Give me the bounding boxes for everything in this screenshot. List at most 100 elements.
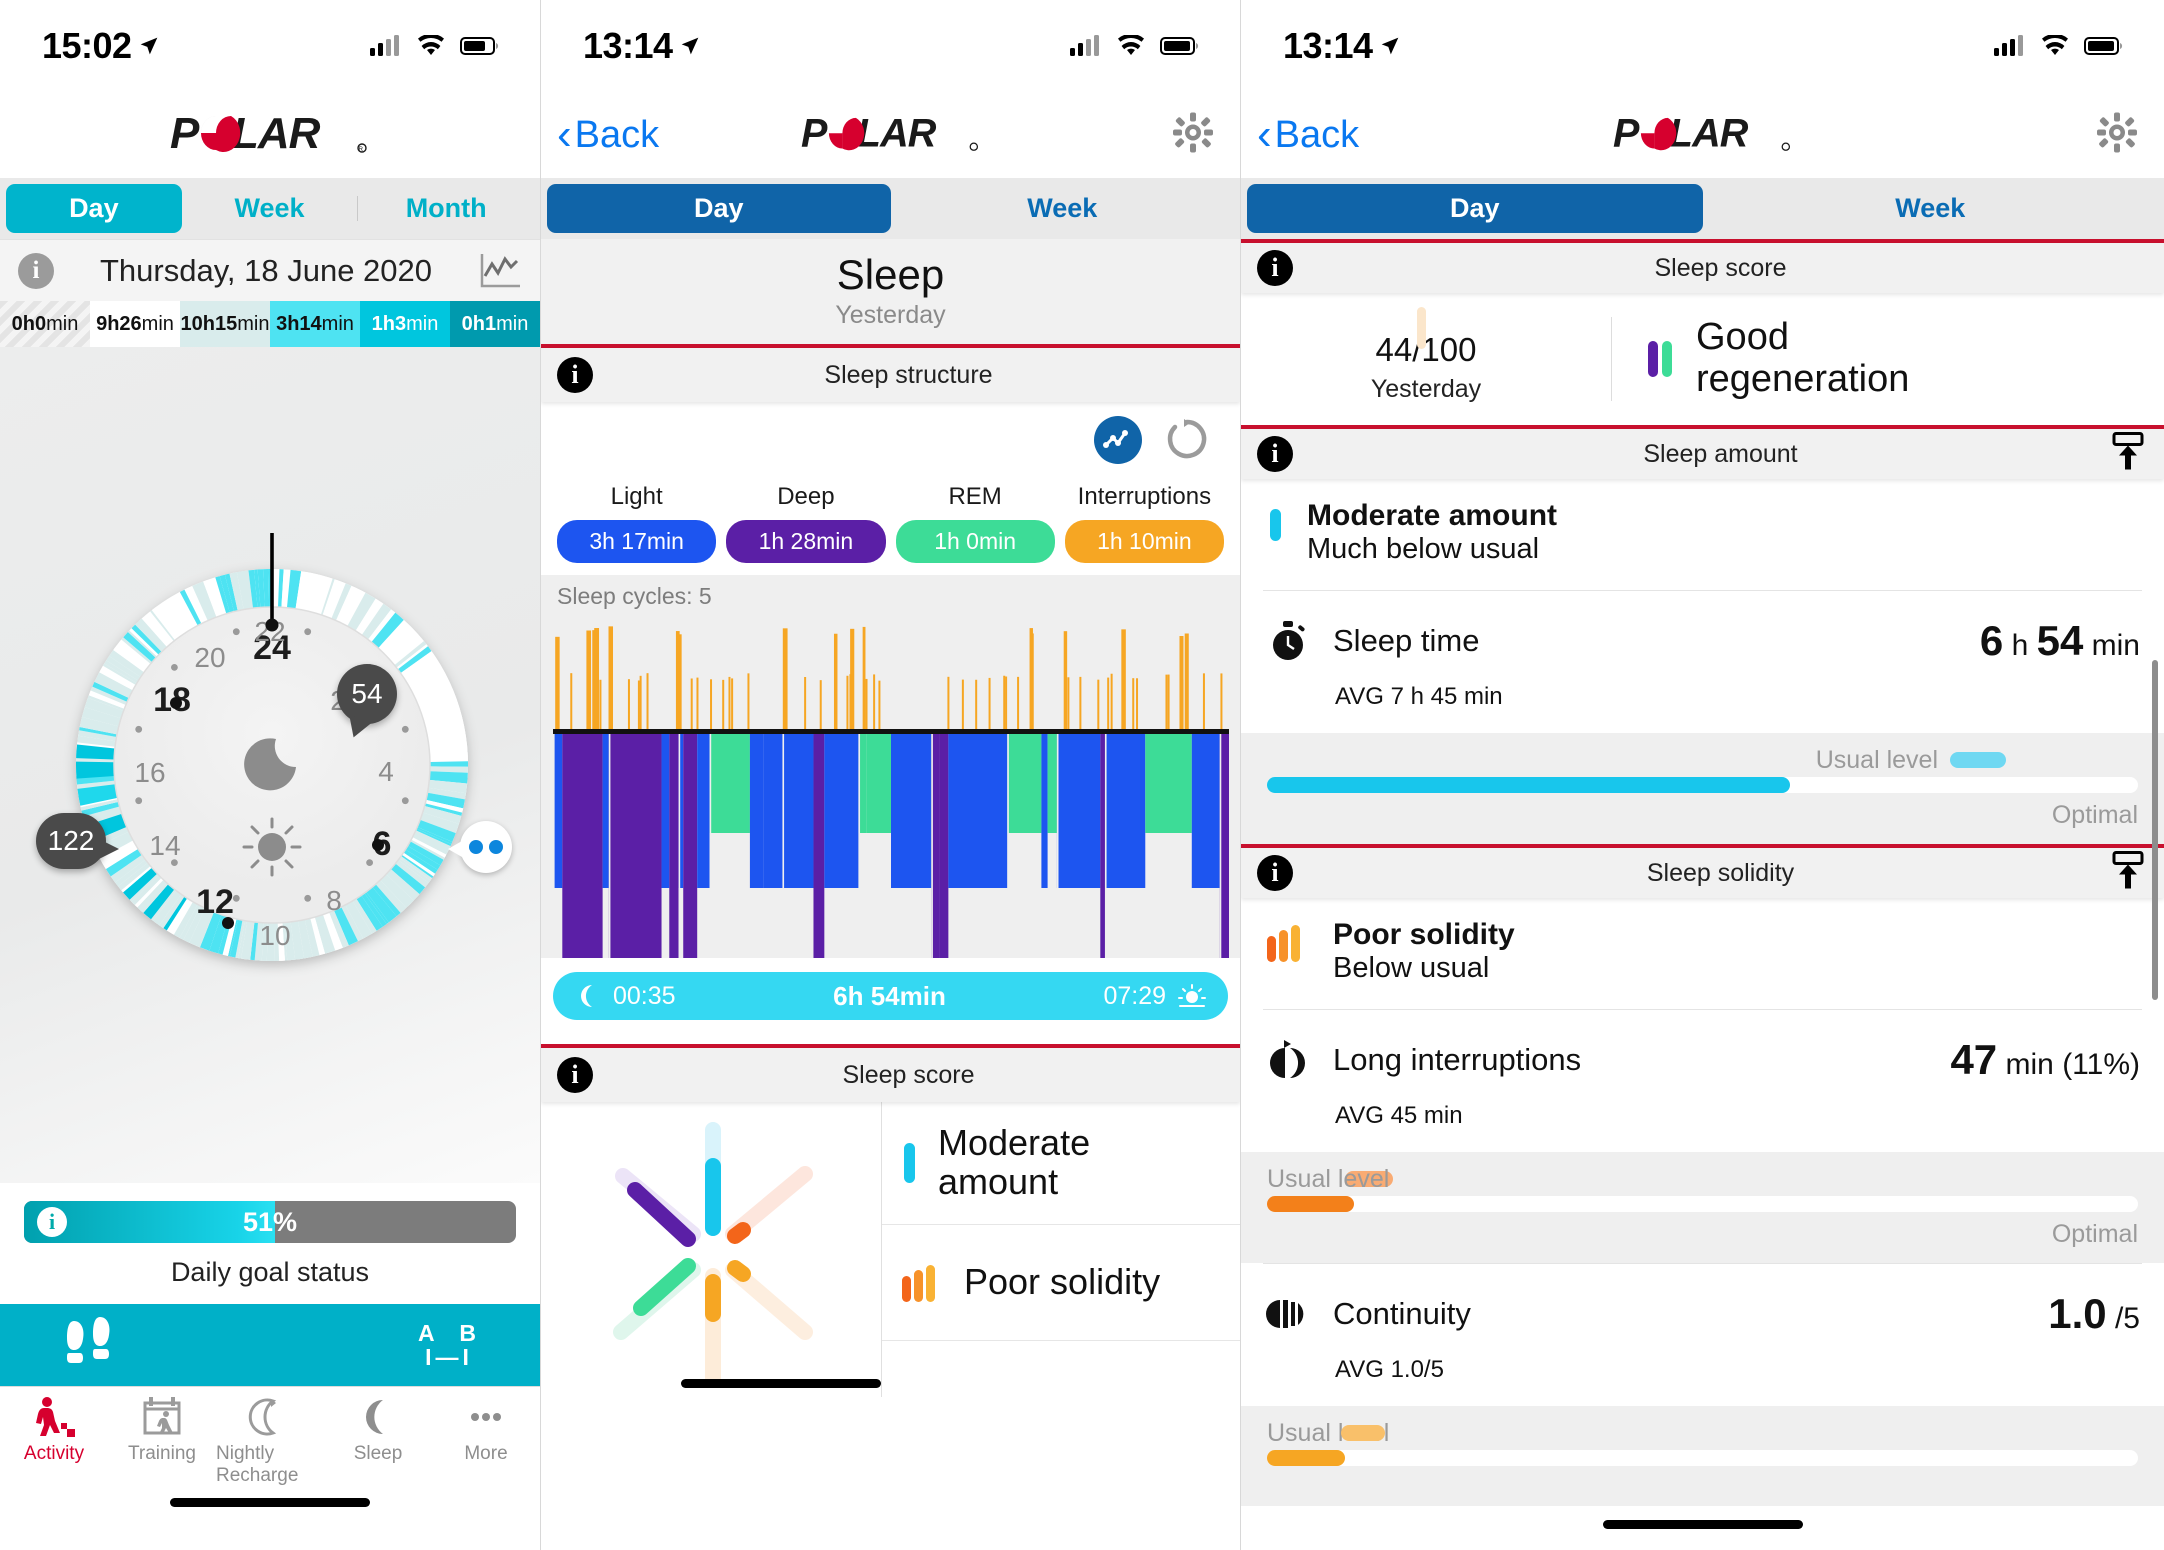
daily-goal-bar[interactable]: i 51% xyxy=(24,1201,516,1243)
legend-value: 3h 17min xyxy=(557,520,717,563)
chevron-left-icon: ‹ xyxy=(1257,110,1272,159)
chart-icon[interactable] xyxy=(478,252,522,290)
wifi-icon xyxy=(1118,35,1144,55)
zone-item[interactable]: 3h14 min xyxy=(270,301,360,347)
zone-item[interactable]: 0h1 min xyxy=(450,301,540,347)
sleep-solidity-summary[interactable]: Poor solidity Below usual xyxy=(1241,898,2164,1009)
metric-value: 47 min (11%) xyxy=(1950,1036,2140,1083)
legend-item-rem[interactable]: REM 1h 0min xyxy=(895,483,1055,563)
tab-week[interactable]: Week xyxy=(182,184,358,233)
daily-goal-caption: Daily goal status xyxy=(170,1257,370,1287)
dot xyxy=(489,840,503,854)
radial-spokes-chart xyxy=(613,1122,813,1388)
svg-text:10: 10 xyxy=(259,920,290,951)
regeneration-block[interactable]: Good regeneration xyxy=(1611,316,2164,401)
zone-item[interactable]: 10h15 min xyxy=(180,301,270,347)
bottom-tabbar[interactable]: Activity Training Nightly Recharge Sleep… xyxy=(0,1386,540,1486)
period-tabs-2[interactable]: Day Week xyxy=(541,178,1240,239)
metric-label: Continuity xyxy=(1333,1296,1471,1331)
legend-item-interruptions[interactable]: Interruptions 1h 10min xyxy=(1064,483,1224,563)
zone-item[interactable]: 0h0 min xyxy=(0,301,90,347)
metric-value: 1.0 /5 xyxy=(2048,1290,2140,1337)
status-time-text: 13:14 xyxy=(583,25,673,66)
chart-view-toggle[interactable] xyxy=(541,402,1240,467)
period-tabs-3[interactable]: Day Week xyxy=(1241,178,2164,239)
tab-day[interactable]: Day xyxy=(6,184,182,233)
tab-activity[interactable]: Activity xyxy=(0,1395,108,1465)
section-sleep-score[interactable]: i Sleep score xyxy=(1241,243,2164,293)
settings-button[interactable] xyxy=(1172,112,1214,159)
tab-month[interactable]: Month xyxy=(358,184,534,233)
tab-sleep[interactable]: Sleep xyxy=(324,1395,432,1465)
metric-sleep-time[interactable]: Sleep time 6 h 54 min AVG 7 h 45 min xyxy=(1241,591,2164,733)
gauge-long-interruptions: Usual level Optimal xyxy=(1241,1152,2164,1263)
polar-logo: P LAR xyxy=(1613,114,1793,156)
tab-day[interactable]: Day xyxy=(1247,184,1703,233)
hypnogram-chart[interactable] xyxy=(541,618,1240,958)
status-time-text: 15:02 xyxy=(42,25,132,66)
sleep-amount-summary[interactable]: Moderate amount Much below usual xyxy=(1241,479,2164,590)
period-tabs-1[interactable]: Day Week Month xyxy=(0,178,540,239)
tab-training[interactable]: Training xyxy=(108,1395,216,1465)
sleep-score-radial[interactable] xyxy=(541,1102,881,1397)
section-sleep-solidity[interactable]: i Sleep solidity xyxy=(1241,848,2164,898)
metric-long-interruptions[interactable]: Long interruptions 47 min (11%) AVG 45 m… xyxy=(1241,1010,2164,1152)
info-icon[interactable]: i xyxy=(557,357,593,393)
section-sleep-structure[interactable]: i Sleep structure xyxy=(541,348,1240,402)
activity-marker-122[interactable]: 122 xyxy=(36,813,119,869)
legend-label: Light xyxy=(610,483,663,510)
scrollbar[interactable] xyxy=(2152,660,2158,1000)
date-row: i Thursday, 18 June 2020 xyxy=(0,239,540,301)
moon-icon xyxy=(581,985,592,1007)
info-icon[interactable]: i xyxy=(557,1057,593,1093)
ring-chart-icon xyxy=(1167,419,1207,459)
row-moderate-amount[interactable]: Moderate amount xyxy=(882,1102,1240,1225)
back-button[interactable]: ‹ Back xyxy=(557,113,659,157)
tab-day[interactable]: Day xyxy=(547,184,891,233)
info-icon[interactable]: i xyxy=(18,252,54,289)
legend-item-light[interactable]: Light 3h 17min xyxy=(557,483,717,563)
sleep-amount-title: Moderate amount xyxy=(1307,499,1558,532)
tab-week[interactable]: Week xyxy=(891,184,1235,233)
svg-text:8: 8 xyxy=(326,885,342,916)
svg-text:16: 16 xyxy=(134,757,165,788)
solidity-bars-icon xyxy=(902,1265,935,1303)
status-time: 13:14 xyxy=(1283,25,1400,67)
back-button[interactable]: ‹ Back xyxy=(1257,113,1359,157)
section-sleep-score[interactable]: i Sleep score xyxy=(541,1048,1240,1102)
regeneration-label: Good regeneration xyxy=(1696,316,1910,400)
ring-view-button[interactable] xyxy=(1164,416,1210,467)
hypnogram-view-button[interactable] xyxy=(1094,416,1142,464)
ab-marker: A B I—I xyxy=(417,1319,480,1370)
gauge-usual-label: Usual level xyxy=(1267,1164,1390,1193)
tab-more[interactable]: More xyxy=(432,1395,540,1465)
metric-average: AVG 1.0/5 xyxy=(1335,1356,1444,1383)
info-icon[interactable]: i xyxy=(1257,855,1293,891)
row-poor-solidity[interactable]: Poor solidity xyxy=(882,1225,1240,1341)
status-indicators xyxy=(1994,34,2124,58)
zone-item[interactable]: 1h3 min xyxy=(360,301,450,347)
metric-value: 6 h 54 min xyxy=(1979,617,2140,664)
info-icon[interactable]: i xyxy=(1257,250,1293,286)
home-indicator xyxy=(661,1363,901,1403)
section-sleep-amount[interactable]: i Sleep amount xyxy=(1241,429,2164,479)
export-button[interactable] xyxy=(2110,432,2146,477)
settings-button[interactable] xyxy=(2096,112,2138,159)
info-icon[interactable]: i xyxy=(1257,436,1293,472)
legend-item-deep[interactable]: Deep 1h 28min xyxy=(726,483,886,563)
section-title: Sleep score xyxy=(842,1060,975,1089)
sleep-end-time: 07:29 xyxy=(1103,981,1166,1010)
zone-item[interactable]: 9h26 min xyxy=(90,301,180,347)
legend-label: REM xyxy=(948,483,1002,510)
tab-week[interactable]: Week xyxy=(1703,184,2159,233)
more-markers-bubble[interactable] xyxy=(448,821,512,873)
sleep-time-range-bar: 00:35 6h 54min 07:29 xyxy=(553,972,1228,1020)
section-title: Sleep solidity xyxy=(1646,858,1795,887)
metric-continuity[interactable]: Continuity 1.0 /5 AVG 1.0/5 xyxy=(1241,1264,2164,1406)
tab-nightly-recharge[interactable]: Nightly Recharge xyxy=(216,1395,324,1487)
activity-clock[interactable]: 24 2 4 6 8 10 12 14 16 18 20 22 xyxy=(0,347,540,1183)
activity-marker-54[interactable]: 54 xyxy=(337,664,397,724)
export-button[interactable] xyxy=(2110,851,2146,896)
steps-strip[interactable]: A B I—I xyxy=(0,1304,540,1386)
gauge-usual-row: Usual level xyxy=(1267,1416,2138,1450)
